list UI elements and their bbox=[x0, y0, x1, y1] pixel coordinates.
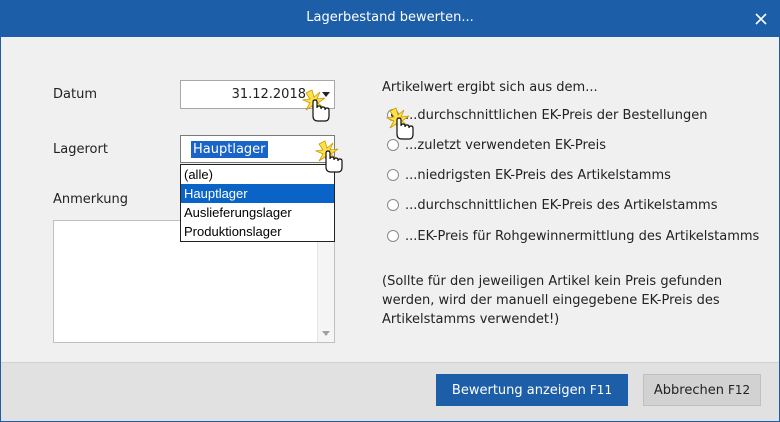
lagerort-option-produktionslager[interactable]: Produktionslager bbox=[181, 222, 334, 241]
click-cursor-icon bbox=[314, 140, 343, 173]
lagerort-selected-value: Hauptlager bbox=[191, 141, 268, 158]
dialog-body: Datum 31.12.2018 Lagerort Hauptlager Anm… bbox=[0, 37, 780, 422]
datum-label: Datum bbox=[53, 87, 97, 102]
radio-option-zuletzt-verwendet[interactable]: ...zuletzt verwendeten EK-Preis bbox=[387, 136, 606, 154]
lagerort-label: Lagerort bbox=[53, 142, 108, 157]
radio-label: ...durchschnittlichen EK-Preis des Artik… bbox=[405, 197, 718, 213]
dialog-footer: Bewertung anzeigen F11 Abbrechen F12 bbox=[1, 362, 779, 421]
cancel-button[interactable]: Abbrechen F12 bbox=[643, 374, 761, 406]
radio-option-durchschnitt-bestellungen[interactable]: ...durchschnittlichen EK-Preis der Beste… bbox=[387, 106, 707, 124]
radio-option-rohgewinn[interactable]: ...EK-Preis für Rohgewinnermittlung des … bbox=[387, 227, 759, 245]
scroll-down-icon[interactable] bbox=[322, 331, 330, 336]
radio-button[interactable] bbox=[387, 230, 399, 242]
anmerkung-label: Anmerkung bbox=[53, 192, 128, 207]
lagerort-select[interactable]: Hauptlager bbox=[180, 135, 335, 163]
show-valuation-shortcut: F11 bbox=[589, 382, 613, 397]
radio-option-durchschnitt-artikelstamm[interactable]: ...durchschnittlichen EK-Preis des Artik… bbox=[387, 196, 717, 214]
lagerort-dropdown-list: (alle) Hauptlager Auslieferungslager Pro… bbox=[180, 164, 335, 242]
click-cursor-icon bbox=[301, 89, 330, 122]
radio-label: ...zuletzt verwendeten EK-Preis bbox=[405, 137, 606, 153]
artikelwert-heading: Artikelwert ergibt sich aus dem... bbox=[382, 80, 598, 95]
radio-option-niedrigster-ek[interactable]: ...niedrigsten EK-Preis des Artikelstamm… bbox=[387, 166, 671, 184]
title-bar: Lagerbestand bewerten... bbox=[0, 0, 780, 37]
radio-button[interactable] bbox=[387, 199, 399, 211]
cancel-shortcut: F12 bbox=[727, 382, 751, 397]
close-button[interactable] bbox=[742, 0, 780, 37]
radio-label: ...EK-Preis für Rohgewinnermittlung des … bbox=[405, 228, 760, 244]
radio-button[interactable] bbox=[387, 169, 399, 181]
datum-value: 31.12.2018 bbox=[231, 87, 306, 102]
lagerort-option-hauptlager[interactable]: Hauptlager bbox=[181, 184, 334, 203]
window-title: Lagerbestand bewerten... bbox=[306, 10, 474, 25]
show-valuation-button[interactable]: Bewertung anzeigen F11 bbox=[436, 374, 628, 406]
radio-label: ...durchschnittlichen EK-Preis der Beste… bbox=[405, 107, 708, 123]
radio-label: ...niedrigsten EK-Preis des Artikelstamm… bbox=[405, 167, 671, 183]
click-cursor-icon bbox=[385, 107, 414, 140]
lagerort-option-auslieferungslager[interactable]: Auslieferungslager bbox=[181, 203, 334, 222]
price-note: (Sollte für den jeweiligen Artikel kein … bbox=[382, 274, 723, 327]
cancel-label: Abbrechen bbox=[653, 382, 724, 398]
close-icon bbox=[755, 12, 767, 25]
show-valuation-label: Bewertung anzeigen bbox=[451, 382, 586, 398]
lagerort-option-alle[interactable]: (alle) bbox=[181, 165, 334, 184]
